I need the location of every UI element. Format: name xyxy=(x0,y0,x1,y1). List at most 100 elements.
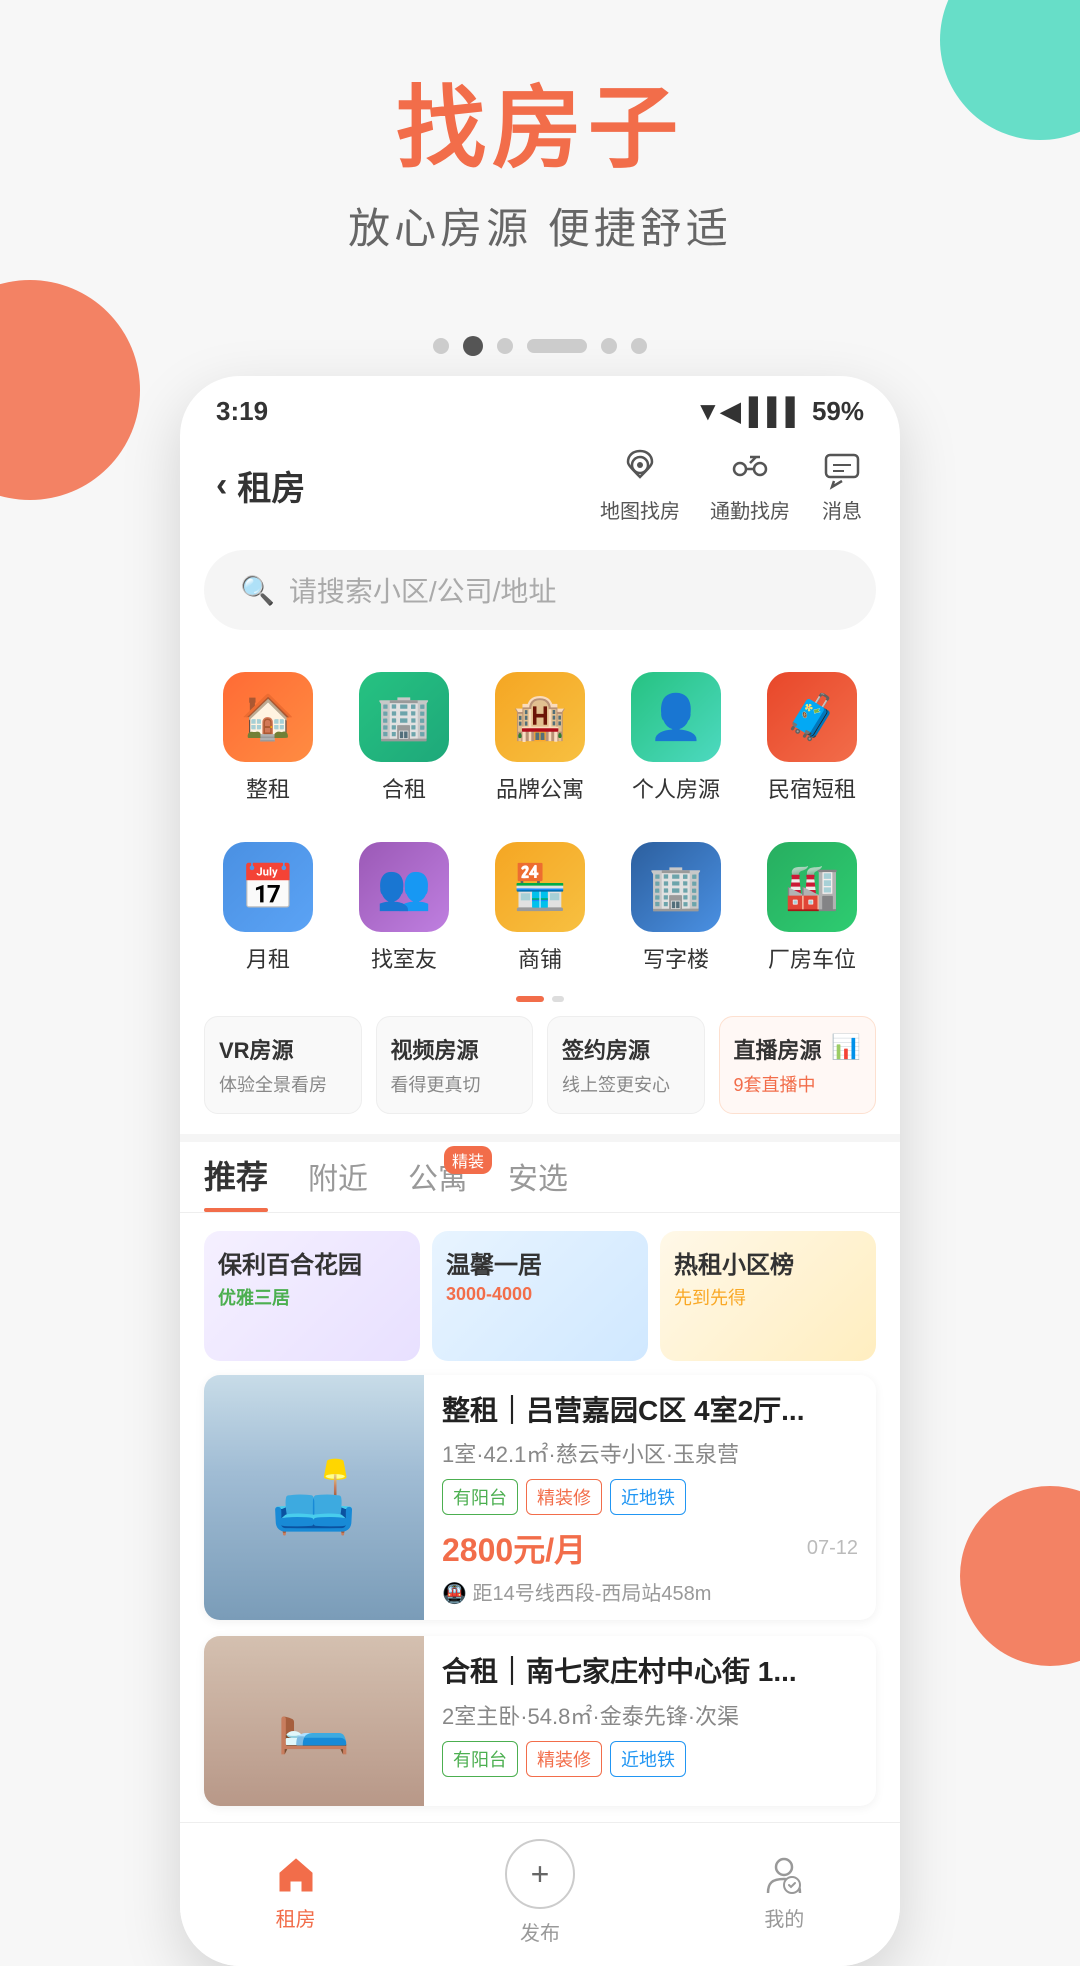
tabs-row: 推荐 附近 公寓 精装 安选 xyxy=(204,1152,876,1212)
map-icon xyxy=(618,447,662,491)
nav-icons: 地图找房 通勤找房 xyxy=(600,447,864,524)
category-factory[interactable]: 🏭 厂房车位 xyxy=(744,830,880,990)
bg-decoration-orange-bottom xyxy=(960,1486,1080,1666)
bottom-nav-home[interactable]: 租房 xyxy=(274,1853,318,1932)
promo-title-3: 热租小区榜 xyxy=(660,1231,876,1284)
listing-meta-1: 1室·42.1㎡·慈云寺小区·玉泉营 xyxy=(442,1437,858,1469)
status-time: 3:19 xyxy=(216,396,268,427)
feature-signed[interactable]: 签约房源 线上签更安心 xyxy=(547,1016,705,1114)
listing-info-1: 整租｜吕营嘉园C区 4室2厅... 1室·42.1㎡·慈云寺小区·玉泉营 有阳台… xyxy=(424,1375,876,1620)
profile-icon xyxy=(762,1853,806,1897)
promo-title-2: 温馨一居 xyxy=(432,1231,648,1284)
room-icon: 🛏️ xyxy=(277,1686,352,1757)
live-bars-icon: 📊 xyxy=(831,1033,861,1062)
apartment-badge: 精装 xyxy=(444,1146,492,1174)
tab-recommend[interactable]: 推荐 xyxy=(204,1152,268,1212)
tag-metro-2: 近地铁 xyxy=(610,1741,686,1777)
listing-tags-1: 有阳台 精装修 近地铁 xyxy=(442,1479,858,1515)
feature-vr[interactable]: VR房源 体验全景看房 xyxy=(204,1016,362,1114)
map-find-button[interactable]: 地图找房 xyxy=(600,447,680,524)
map-find-label: 地图找房 xyxy=(600,495,680,524)
dot-5[interactable] xyxy=(601,338,617,354)
video-title: 视频房源 xyxy=(391,1033,519,1065)
listing-distance-text-1: 距14号线西段-西局站458m xyxy=(472,1583,711,1605)
vr-title: VR房源 xyxy=(219,1033,347,1065)
roommate-label: 找室友 xyxy=(371,942,437,974)
listing-title-2: 合租｜南七家庄村中心街 1... xyxy=(442,1654,858,1690)
category-monthly[interactable]: 📅 月租 xyxy=(200,830,336,990)
category-hezu[interactable]: 🏢 合租 xyxy=(336,660,472,820)
hezu-icon: 🏢 xyxy=(359,672,449,762)
nav-title: 租房 xyxy=(237,461,305,510)
listing-date-1: 07-12 xyxy=(807,1537,858,1560)
back-arrow-icon: ‹ xyxy=(216,466,227,505)
listing-card-1[interactable]: 🛋️ 整租｜吕营嘉园C区 4室2厅... 1室·42.1㎡·慈云寺小区·玉泉营 … xyxy=(204,1375,876,1620)
signal-icon: ▌▌▌ xyxy=(749,396,804,427)
dot-6[interactable] xyxy=(631,338,647,354)
personal-label: 个人房源 xyxy=(632,772,720,804)
live-title: 直播房源 xyxy=(734,1033,822,1065)
vr-desc: 体验全景看房 xyxy=(219,1071,347,1097)
monthly-icon: 📅 xyxy=(223,842,313,932)
promo-card-1[interactable]: 保利百合花园 优雅三居 xyxy=(204,1231,420,1361)
category-personal[interactable]: 👤 个人房源 xyxy=(608,660,744,820)
category-minsu[interactable]: 🧳 民宿短租 xyxy=(744,660,880,820)
category-grid-row2: 📅 月租 👥 找室友 🏪 商铺 🏢 写字楼 🏭 厂房车位 xyxy=(180,820,900,990)
listing-card-2[interactable]: 🛏️ 合租｜南七家庄村中心街 1... 2室主卧·54.8㎡·金泰先锋·次渠 有… xyxy=(204,1636,876,1806)
listing-distance-1: 🚇 距14号线西段-西局站458m xyxy=(442,1577,858,1606)
promo-cta-3: 先到先得 xyxy=(660,1284,876,1310)
signed-title: 签约房源 xyxy=(562,1033,690,1065)
tab-nearby[interactable]: 附近 xyxy=(308,1154,368,1212)
category-shop[interactable]: 🏪 商铺 xyxy=(472,830,608,990)
battery-percent: 59% xyxy=(812,396,864,427)
page-indicator xyxy=(180,996,900,1002)
dot-4[interactable] xyxy=(527,339,587,353)
tab-selected-label: 安选 xyxy=(508,1163,568,1196)
back-button[interactable]: ‹ 租房 xyxy=(216,461,305,510)
bottom-nav: 租房 + 发布 我的 xyxy=(180,1822,900,1966)
category-brand-apt[interactable]: 🏨 品牌公寓 xyxy=(472,660,608,820)
page-dot-inactive xyxy=(552,996,564,1002)
search-bar[interactable]: 🔍 请搜索小区/公司/地址 xyxy=(204,550,876,630)
status-right: ▼◀ ▌▌▌ 59% xyxy=(695,396,864,427)
listing-price-row-1: 2800元/月 07-12 xyxy=(442,1525,858,1571)
commute-find-button[interactable]: 通勤找房 xyxy=(710,447,790,524)
minsu-icon: 🧳 xyxy=(767,672,857,762)
page-dot-active xyxy=(516,996,544,1002)
category-zhengzu[interactable]: 🏠 整租 xyxy=(200,660,336,820)
shop-icon: 🏪 xyxy=(495,842,585,932)
bottom-home-label: 租房 xyxy=(276,1903,316,1932)
header-area: 找房子 放心房源 便捷舒适 xyxy=(0,0,1080,296)
listing-title-1: 整租｜吕营嘉园C区 4室2厅... xyxy=(442,1393,858,1429)
video-desc: 看得更真切 xyxy=(391,1071,519,1097)
dot-2[interactable] xyxy=(463,336,483,356)
message-button[interactable]: 消息 xyxy=(820,447,864,524)
office-icon: 🏢 xyxy=(631,842,721,932)
bottom-nav-profile[interactable]: 我的 xyxy=(762,1853,806,1932)
bottom-profile-label: 我的 xyxy=(764,1903,804,1932)
dot-3[interactable] xyxy=(497,338,513,354)
carousel-dots xyxy=(180,336,900,356)
promo-sub-1: 优雅三居 xyxy=(204,1284,420,1310)
feature-live[interactable]: 直播房源 📊 9套直播中 xyxy=(719,1016,877,1114)
commute-find-label: 通勤找房 xyxy=(710,495,790,524)
category-grid-row1: 🏠 整租 🏢 合租 🏨 品牌公寓 👤 个人房源 🧳 民宿短租 xyxy=(180,650,900,820)
section-divider xyxy=(180,1134,900,1142)
tab-selected[interactable]: 安选 xyxy=(508,1154,568,1212)
page-title: 找房子 xyxy=(0,80,1080,179)
tab-apartment[interactable]: 公寓 精装 xyxy=(408,1154,468,1212)
promo-card-2[interactable]: 温馨一居 3000-4000 xyxy=(432,1231,648,1361)
category-roommate[interactable]: 👥 找室友 xyxy=(336,830,472,990)
personal-icon: 👤 xyxy=(631,672,721,762)
promo-card-3[interactable]: 热租小区榜 先到先得 xyxy=(660,1231,876,1361)
listing-img-inner-2: 🛏️ xyxy=(204,1636,424,1806)
page-subtitle: 放心房源 便捷舒适 xyxy=(0,195,1080,256)
monthly-label: 月租 xyxy=(246,942,290,974)
signed-desc: 线上签更安心 xyxy=(562,1071,690,1097)
promo-title-1: 保利百合花园 xyxy=(204,1231,420,1284)
shop-label: 商铺 xyxy=(518,942,562,974)
category-office[interactable]: 🏢 写字楼 xyxy=(608,830,744,990)
dot-1[interactable] xyxy=(433,338,449,354)
bottom-nav-publish[interactable]: + 发布 xyxy=(505,1839,575,1946)
feature-video[interactable]: 视频房源 看得更真切 xyxy=(376,1016,534,1114)
